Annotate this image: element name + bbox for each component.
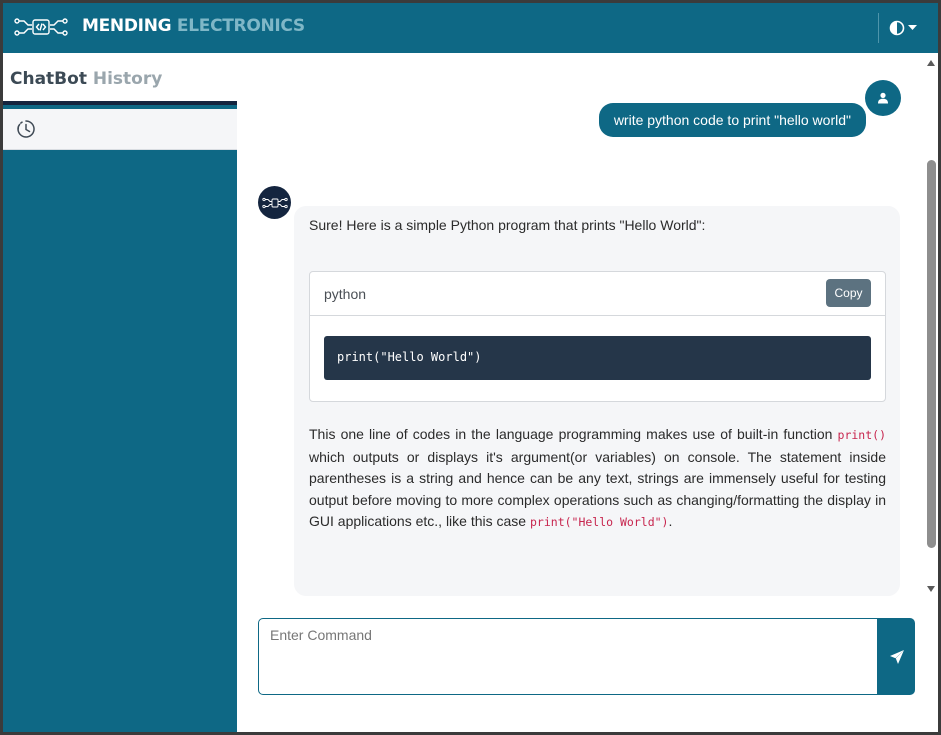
half-circle-contrast-icon [889,20,905,36]
top-navbar: MENDING ELECTRONICS [3,3,938,53]
chat-scrollbar[interactable] [924,53,938,603]
user-message-bubble: write python code to print "hello world" [598,103,866,137]
bot-avatar [258,186,291,219]
theme-toggle-button[interactable] [889,17,923,39]
bot-message-bubble: Sure! Here is a simple Python program th… [294,206,900,596]
code-card-header: python Copy [310,272,885,316]
bot-logo-icon [261,197,288,208]
command-input[interactable] [258,618,878,695]
user-avatar [865,80,901,116]
explanation-part-1: This one line of codes in the language p… [309,426,838,442]
send-button[interactable] [878,618,915,695]
app-window: MENDING ELECTRONICS ChatBot History writ… [3,3,938,732]
circuit-code-icon [14,18,68,36]
clock-history-icon [17,120,35,138]
scrollbar-thumb[interactable] [927,160,936,548]
code-block[interactable]: print("Hello World") [324,336,871,380]
inline-code-print: print() [837,428,886,442]
user-icon [878,92,888,104]
history-list-item[interactable] [3,109,237,150]
scroll-up-arrow-icon[interactable] [927,60,935,66]
sidebar-title: ChatBot History [10,69,162,89]
copy-code-button[interactable]: Copy [826,279,871,307]
chat-panel: write python code to print "hello world"… [237,53,938,732]
sidebar-title-part2: History [92,69,163,89]
history-sidebar: ChatBot History [3,53,237,732]
brand-name[interactable]: MENDING ELECTRONICS [82,16,305,36]
bot-intro-text: Sure! Here is a simple Python program th… [309,217,706,233]
brand-name-primary: MENDING [82,16,172,36]
caret-down-icon [908,25,917,30]
paper-plane-icon [889,649,904,664]
code-text: print("Hello World") [337,350,482,364]
explanation-part-3: . [668,513,673,530]
sidebar-title-part1: ChatBot [10,69,87,89]
scroll-down-arrow-icon[interactable] [927,586,935,592]
navbar-divider [878,13,879,43]
code-snippet-card: python Copy print("Hello World") [309,271,886,402]
brand-name-secondary: ELECTRONICS [176,16,305,36]
bot-explanation-text: This one line of codes in the language p… [309,424,886,534]
sidebar-header: ChatBot History [3,53,237,105]
code-language-label: python [324,286,367,302]
inline-code-print-hello-world: print("Hello World") [530,515,669,530]
